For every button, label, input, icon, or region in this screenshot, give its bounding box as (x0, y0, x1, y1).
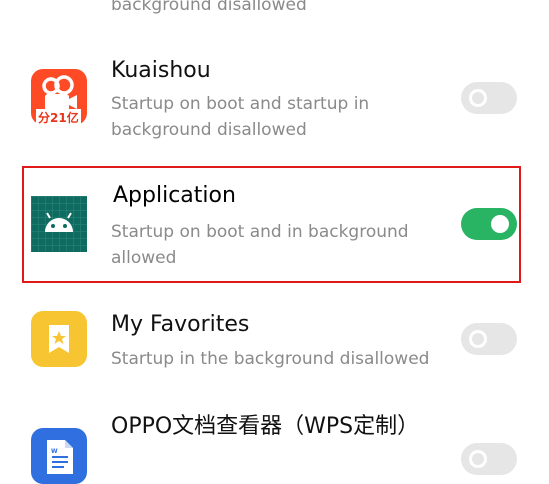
app-row-my-favorites[interactable]: My Favorites Startup in the background d… (0, 296, 549, 396)
toggle-knob (469, 450, 487, 468)
app-status: background disallowed (111, 0, 307, 15)
app-status: Startup in the background disallowed (111, 349, 430, 369)
startup-toggle-kuaishou[interactable] (461, 82, 517, 114)
favorites-bookmark-icon (31, 311, 87, 367)
toggle-knob (469, 330, 487, 348)
app-row-oppo-doc-viewer[interactable]: W OPPO文档查看器（WPS定制） (0, 400, 549, 484)
toggle-knob (469, 89, 487, 107)
startup-toggle-my-favorites[interactable] (461, 323, 517, 355)
wps-document-icon: W (31, 428, 87, 484)
svg-text:W: W (51, 448, 58, 455)
startup-toggle-oppo-doc-viewer[interactable] (461, 443, 517, 475)
kuaishou-icon-badge: 分21亿 (36, 109, 81, 126)
selection-highlight-box (22, 166, 521, 283)
app-status: Startup on boot and startup in backgroun… (111, 94, 370, 140)
app-row-kuaishou[interactable]: 分21亿 Kuaishou Startup on boot and startu… (0, 50, 549, 160)
app-name: OPPO文档查看器（WPS定制） (111, 414, 420, 439)
app-row-partial: background disallowed (0, 0, 549, 20)
app-name: Kuaishou (111, 58, 211, 83)
app-name: My Favorites (111, 312, 250, 337)
